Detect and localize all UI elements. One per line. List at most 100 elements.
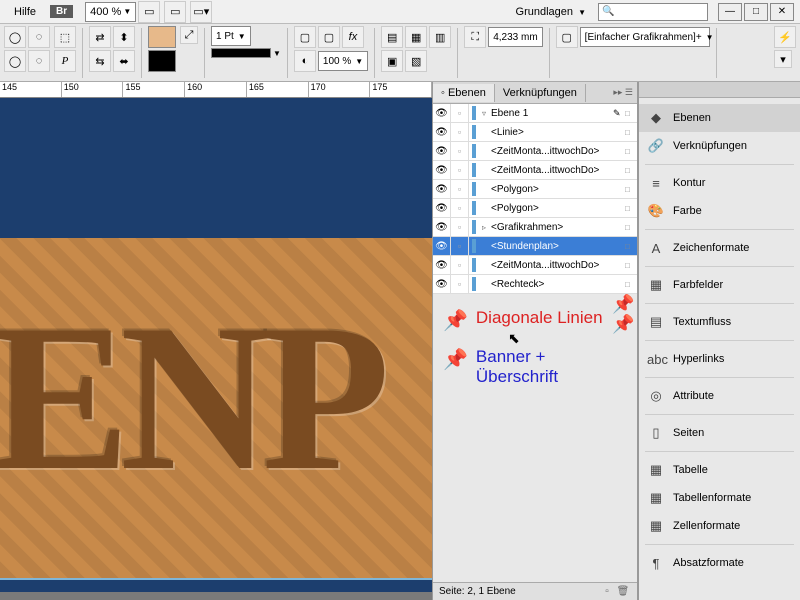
minimize-button[interactable]: — — [718, 3, 742, 21]
panel-item-seiten[interactable]: ▯Seiten — [639, 419, 800, 447]
panel-item-farbfelder[interactable]: ▦Farbfelder — [639, 271, 800, 299]
layer-row[interactable]: 👁▫<Linie>□ — [433, 123, 637, 142]
panel-item-zeichenformate[interactable]: AZeichenformate — [639, 234, 800, 262]
eye-icon[interactable]: 👁 — [433, 256, 451, 274]
layer-row[interactable]: 👁▫<Polygon>□ — [433, 180, 637, 199]
frame-icon[interactable]: ▢ — [556, 26, 578, 48]
target-icon[interactable]: □ — [625, 242, 637, 251]
crop-icon[interactable]: ⛶ — [464, 26, 486, 48]
panel-grip[interactable] — [639, 82, 800, 98]
menu-help[interactable]: Hilfe — [6, 6, 44, 18]
align-icon[interactable]: ⇆ — [89, 50, 111, 72]
collapse-icon[interactable]: ▸▸ — [613, 87, 622, 97]
close-button[interactable]: ✕ — [770, 3, 794, 21]
opacity-icon[interactable]: ◐ — [294, 50, 316, 72]
fill-swatch[interactable] — [148, 26, 176, 48]
panel-item-zellenformate[interactable]: ▦Zellenformate — [639, 512, 800, 540]
measure-field[interactable]: 4,233 mm — [488, 27, 542, 47]
textwrap-icon[interactable]: ▣ — [381, 50, 403, 72]
eye-icon[interactable]: 👁 — [433, 123, 451, 141]
eye-icon[interactable]: 👁 — [433, 237, 451, 255]
align-icon[interactable]: ⇄ — [89, 26, 111, 48]
align-icon[interactable]: ⬌ — [113, 50, 135, 72]
textwrap-icon[interactable]: ▤ — [381, 26, 403, 48]
target-icon[interactable]: □ — [625, 280, 637, 289]
layer-row[interactable]: 👁▫<Rechteck>□ — [433, 275, 637, 294]
textwrap-icon[interactable]: ▦ — [405, 26, 427, 48]
panel-item-textumfluss[interactable]: ▤Textumfluss — [639, 308, 800, 336]
panel-item-tabelle[interactable]: ▦Tabelle — [639, 456, 800, 484]
eye-icon[interactable]: 👁 — [433, 104, 451, 122]
lock-icon[interactable]: ▫ — [451, 180, 469, 198]
layer-row[interactable]: 👁▫<ZeitMonta...ittwochDo>□ — [433, 256, 637, 275]
lock-icon[interactable]: ▫ — [451, 104, 469, 122]
target-icon[interactable]: □ — [625, 128, 637, 137]
tool-icon[interactable]: ◯ — [4, 26, 26, 48]
target-icon[interactable]: □ — [625, 223, 637, 232]
swap-colors-icon[interactable]: ⤢ — [180, 26, 198, 44]
panel-menu-icon[interactable]: ☰ — [625, 87, 633, 97]
disclosure-icon[interactable]: ▿ — [479, 109, 489, 118]
panel-item-verknüpfungen[interactable]: 🔗Verknüpfungen — [639, 132, 800, 160]
workspace-dropdown[interactable]: Grundlagen ▼ — [510, 6, 592, 18]
document-canvas[interactable]: 145150155 160165170 175 ENP — [0, 82, 432, 600]
textwrap-icon[interactable]: ▧ — [405, 50, 427, 72]
lock-icon[interactable]: ▫ — [451, 256, 469, 274]
lock-icon[interactable]: ▫ — [451, 199, 469, 217]
paragraph-icon[interactable]: P — [54, 50, 76, 72]
frame-fitting-combo[interactable]: [Einfacher Grafikrahmen]+▼ — [580, 27, 710, 47]
tool-icon[interactable]: ◌ — [28, 26, 50, 48]
target-icon[interactable]: □ — [625, 147, 637, 156]
lock-icon[interactable]: ▫ — [451, 218, 469, 236]
bridge-button[interactable]: Br — [50, 5, 73, 18]
eye-icon[interactable]: 👁 — [433, 218, 451, 236]
corner-icon[interactable]: ▢ — [318, 26, 340, 48]
panel-item-ebenen[interactable]: ◆Ebenen — [639, 104, 800, 132]
panel-item-hyperlinks[interactable]: abcHyperlinks — [639, 345, 800, 373]
tool-icon[interactable]: ◯ — [4, 50, 26, 72]
stroke-style[interactable] — [211, 48, 271, 58]
lock-icon[interactable]: ▫ — [451, 161, 469, 179]
lock-icon[interactable]: ▫ — [451, 237, 469, 255]
zoom-combo[interactable]: 400 % ▼ — [85, 2, 136, 22]
panel-item-tabellenformate[interactable]: ▦Tabellenformate — [639, 484, 800, 512]
trash-icon[interactable]: 🗑 — [615, 586, 631, 597]
lock-icon[interactable]: ▫ — [451, 142, 469, 160]
arrange-icon[interactable]: ▭▾ — [190, 1, 212, 23]
disclosure-icon[interactable]: ▹ — [479, 223, 489, 232]
align-icon[interactable]: ⬍ — [113, 26, 135, 48]
layer-row-selected[interactable]: 👁▫<Stundenplan>□ — [433, 237, 637, 256]
tab-layers[interactable]: ◦ Ebenen — [433, 84, 495, 102]
screen-mode-icon[interactable]: ▭ — [164, 1, 186, 23]
layer-row[interactable]: 👁▫<ZeitMonta...ittwochDo>□ — [433, 161, 637, 180]
panel-item-attribute[interactable]: ◎Attribute — [639, 382, 800, 410]
panel-item-absatzformate[interactable]: ¶Absatzformate — [639, 549, 800, 577]
eye-icon[interactable]: 👁 — [433, 199, 451, 217]
stroke-swatch[interactable] — [148, 50, 176, 72]
new-layer-icon[interactable]: ▫ — [599, 586, 615, 597]
search-input[interactable]: 🔍 — [598, 3, 708, 21]
opacity-combo[interactable]: 100 %▼ — [318, 51, 368, 71]
eye-icon[interactable]: 👁 — [433, 161, 451, 179]
lock-icon[interactable]: ▫ — [451, 275, 469, 293]
target-icon[interactable]: □ — [625, 166, 637, 175]
tab-links[interactable]: Verknüpfungen — [495, 84, 586, 102]
quick-apply-icon[interactable]: ⚡ — [774, 26, 796, 48]
panel-item-kontur[interactable]: ≡Kontur — [639, 169, 800, 197]
layer-row[interactable]: 👁▫<Polygon>□ — [433, 199, 637, 218]
corner-icon[interactable]: ▢ — [294, 26, 316, 48]
target-icon[interactable]: □ — [625, 204, 637, 213]
panel-item-farbe[interactable]: 🎨Farbe — [639, 197, 800, 225]
eye-icon[interactable]: 👁 — [433, 275, 451, 293]
maximize-button[interactable]: □ — [744, 3, 768, 21]
eye-icon[interactable]: 👁 — [433, 142, 451, 160]
view-mode-icon[interactable]: ▭ — [138, 1, 160, 23]
target-icon[interactable]: □ — [625, 109, 637, 118]
fx-button[interactable]: fx — [342, 26, 364, 48]
lock-icon[interactable]: ▫ — [451, 123, 469, 141]
tool-icon[interactable]: ⬚ — [54, 26, 76, 48]
tool-icon[interactable]: ◌ — [28, 50, 50, 72]
stroke-weight-combo[interactable]: 1 Pt▼ — [211, 26, 251, 46]
textwrap-icon[interactable]: ▥ — [429, 26, 451, 48]
target-icon[interactable]: □ — [625, 261, 637, 270]
